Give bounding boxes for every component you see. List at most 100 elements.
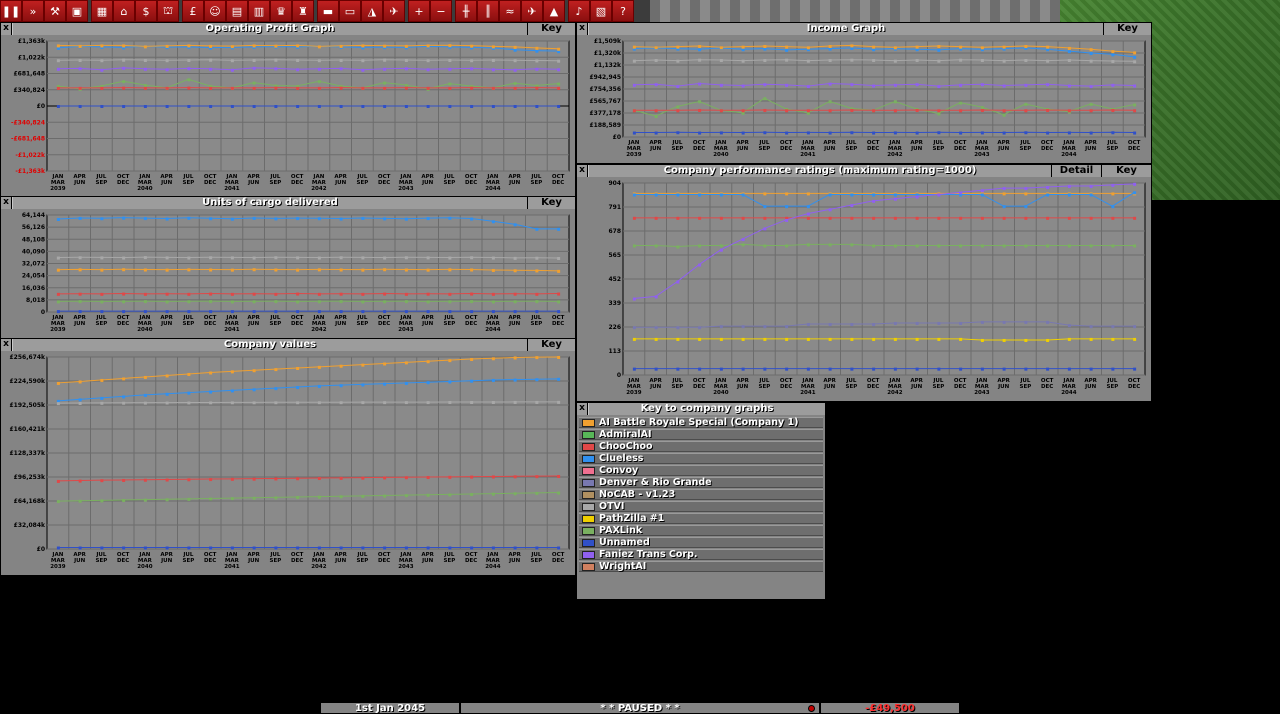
road-vehicle-list-icon[interactable]: ▭ — [339, 0, 361, 22]
data-point — [785, 205, 789, 209]
league-trophy-icon[interactable]: ♛ — [270, 0, 292, 22]
key-button[interactable]: Key — [527, 339, 575, 351]
map-rail-tracks[interactable] — [640, 0, 1060, 24]
data-point — [828, 208, 832, 212]
landscaping-icon[interactable]: ▲ — [543, 0, 565, 22]
company-color-swatch — [582, 442, 595, 451]
data-point — [763, 131, 767, 135]
data-point — [230, 401, 234, 405]
key-button[interactable]: Key — [527, 23, 575, 35]
close-button[interactable]: x — [1, 339, 12, 351]
y-tick-label: £0 — [37, 546, 45, 553]
zoom-in-icon[interactable]: + — [408, 0, 430, 22]
help-icon[interactable]: ? — [612, 0, 634, 22]
company-key-item[interactable]: NoCAB - v1.23 — [579, 489, 823, 500]
company-icon[interactable]: ☺ — [204, 0, 226, 22]
data-point — [915, 45, 919, 49]
data-point — [1133, 55, 1137, 59]
detail-button[interactable]: Detail — [1051, 165, 1101, 177]
x-tick-label: JUN — [736, 384, 749, 390]
station-list-icon[interactable]: ⛫ — [157, 0, 179, 22]
company-key-item[interactable]: Clueless — [579, 453, 823, 464]
data-point — [535, 105, 539, 108]
company-key-item[interactable]: OTVI — [579, 501, 823, 512]
data-point — [1024, 131, 1028, 135]
key-button[interactable]: Key — [527, 197, 575, 209]
window-title[interactable]: Company values — [12, 339, 527, 351]
company-key-item[interactable]: Convoy — [579, 465, 823, 476]
newspaper-icon[interactable]: ▧ — [590, 0, 612, 22]
data-point — [959, 244, 963, 248]
company-key-item[interactable]: ChooChoo — [579, 441, 823, 452]
data-point — [187, 78, 191, 82]
company-key-item[interactable]: PAXLink — [579, 525, 823, 536]
ship-list-icon[interactable]: ◮ — [361, 0, 383, 22]
data-point — [339, 268, 343, 272]
x-tick-label: DEC — [378, 321, 390, 327]
music-icon[interactable]: ♪ — [568, 0, 590, 22]
window-title[interactable]: Key to company graphs — [588, 403, 825, 415]
town-directory-icon[interactable]: ⌂ — [113, 0, 135, 22]
company-key-item[interactable]: PathZilla #1 — [579, 513, 823, 524]
data-point — [209, 44, 213, 48]
data-point — [1089, 367, 1093, 371]
window-title[interactable]: Income Graph — [588, 23, 1103, 35]
build-road-icon[interactable]: ║ — [477, 0, 499, 22]
close-button[interactable]: x — [1, 23, 12, 35]
company-name: Convoy — [599, 465, 639, 476]
fast-forward-icon[interactable]: » — [22, 0, 44, 22]
window-title[interactable]: Units of cargo delivered — [12, 197, 527, 209]
close-button[interactable]: x — [1, 197, 12, 209]
data-point — [230, 105, 234, 108]
build-rail-icon[interactable]: ╫ — [455, 0, 477, 22]
settings-wrench-icon[interactable]: ⚒ — [44, 0, 66, 22]
x-tick-label: 2039 — [626, 390, 641, 396]
aircraft-list-icon[interactable]: ✈ — [383, 0, 405, 22]
build-airport-icon[interactable]: ✈ — [521, 0, 543, 22]
data-point — [1089, 337, 1093, 341]
data-point — [535, 491, 539, 495]
map-icon[interactable]: ▦ — [91, 0, 113, 22]
save-disk-icon[interactable]: ▣ — [66, 0, 88, 22]
company-key-item[interactable]: Denver & Rio Grande — [579, 477, 823, 488]
company-key-item[interactable]: AdmiralAI — [579, 429, 823, 440]
data-point — [632, 337, 636, 341]
data-point — [632, 45, 636, 49]
company-key-item[interactable]: Unnamed — [579, 537, 823, 548]
graphs-icon[interactable]: ▥ — [248, 0, 270, 22]
story-book-icon[interactable]: ▤ — [226, 0, 248, 22]
company-key-item[interactable]: WrightAI — [579, 561, 823, 572]
subsidies-icon[interactable]: $ — [135, 0, 157, 22]
window-title[interactable]: Operating Profit Graph — [12, 23, 527, 35]
data-point — [100, 292, 104, 296]
data-point — [557, 227, 561, 231]
data-point — [535, 67, 539, 71]
data-point — [850, 108, 854, 112]
data-point — [763, 325, 767, 329]
x-tick-label: DEC — [693, 146, 705, 152]
finances-icon[interactable]: £ — [182, 0, 204, 22]
industry-icon[interactable]: ♜ — [292, 0, 314, 22]
train-list-icon[interactable]: ▬ — [317, 0, 339, 22]
x-tick-label: DEC — [1128, 146, 1140, 152]
data-point — [448, 359, 452, 363]
company-key-item[interactable]: Faniez Trans Corp. — [579, 549, 823, 560]
status-news[interactable]: * * PAUSED * * — [460, 702, 820, 714]
x-tick-label: 2041 — [224, 564, 239, 570]
data-point — [872, 244, 876, 248]
x-tick-label: SEP — [357, 180, 369, 186]
key-button[interactable]: Key — [1101, 165, 1151, 177]
data-point — [763, 205, 767, 209]
data-point — [698, 131, 702, 135]
build-water-icon[interactable]: ≈ — [499, 0, 521, 22]
close-button[interactable]: x — [577, 23, 588, 35]
data-point — [122, 256, 126, 260]
zoom-out-icon[interactable]: − — [430, 0, 452, 22]
news-dot-icon[interactable] — [808, 705, 815, 712]
pause-icon[interactable]: ❚❚ — [0, 0, 22, 22]
window-title[interactable]: Company performance ratings (maximum rat… — [588, 165, 1051, 177]
close-button[interactable]: x — [577, 403, 588, 415]
close-button[interactable]: x — [577, 165, 588, 177]
company-key-item[interactable]: AI Battle Royale Special (Company 1) — [579, 417, 823, 428]
key-button[interactable]: Key — [1103, 23, 1151, 35]
